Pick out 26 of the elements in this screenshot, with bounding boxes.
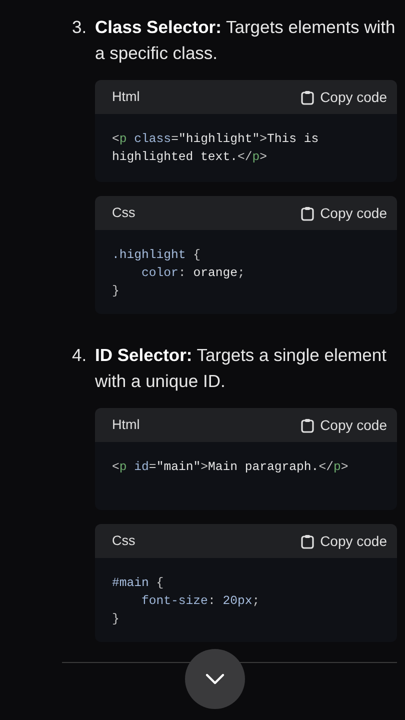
clipboard-icon xyxy=(301,206,314,220)
language-label: Css xyxy=(112,204,136,222)
item-description: ID Selector: Targets a single element with a unique ID. xyxy=(95,344,388,393)
language-label: Css xyxy=(112,532,136,550)
chevron-down-icon xyxy=(205,673,225,685)
copy-code-button[interactable]: Copy code xyxy=(301,202,387,224)
code-line: font-size: 20px; xyxy=(140,593,261,610)
clipboard-icon xyxy=(301,534,314,548)
code-line: <p id="main">Main paragraph.</p> xyxy=(112,459,350,476)
copy-code-button[interactable]: Copy code xyxy=(301,86,387,108)
clipboard-icon xyxy=(301,418,314,432)
language-label: Html xyxy=(112,416,140,434)
code-line: } xyxy=(112,283,120,300)
language-label: Html xyxy=(112,88,140,106)
list-number: 4. xyxy=(72,344,88,367)
code-line: .highlight { xyxy=(112,247,202,264)
code-line: color: orange; xyxy=(140,265,246,282)
clipboard-icon xyxy=(301,90,314,104)
code-line: } xyxy=(112,611,120,628)
copy-code-button[interactable]: Copy code xyxy=(301,530,387,552)
code-line: #main { xyxy=(112,575,165,592)
item-description: Class Selector: Targets elements with a specific class. xyxy=(95,16,396,65)
list-number: 3. xyxy=(72,16,88,39)
code-line: <p class="highlight">This is xyxy=(112,131,320,148)
copy-code-button[interactable]: Copy code xyxy=(301,414,387,436)
code-line: highlighted text.</p> xyxy=(112,149,268,166)
